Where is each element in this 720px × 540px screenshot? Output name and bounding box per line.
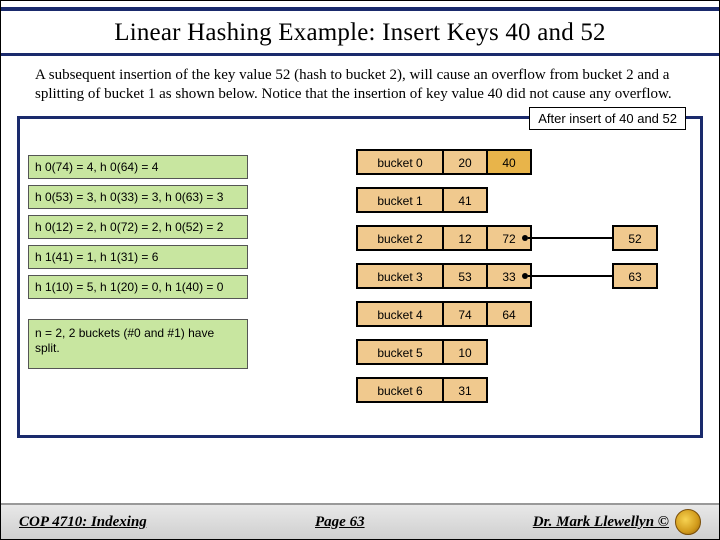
bucket-cell: 10 <box>442 339 488 365</box>
footer: COP 4710: Indexing Page 63 Dr. Mark Llew… <box>1 503 719 539</box>
bucket-cell: 41 <box>442 187 488 213</box>
slide-title: Linear Hashing Example: Insert Keys 40 a… <box>1 11 719 53</box>
bucket-cell: 12 <box>442 225 488 251</box>
body-paragraph: A subsequent insertion of the key value … <box>1 64 719 110</box>
bucket-cell: 40 <box>486 149 532 175</box>
bucket-row: bucket 02040 <box>356 149 530 175</box>
bucket-cell: 74 <box>442 301 488 327</box>
hash-line-2: h 0(12) = 2, h 0(72) = 2, h 0(52) = 2 <box>28 215 248 239</box>
hash-line-0: h 0(74) = 4, h 0(64) = 4 <box>28 155 248 179</box>
bucket-row: bucket 21272 <box>356 225 530 251</box>
overflow-cell: 63 <box>612 263 658 289</box>
bucket-row: bucket 141 <box>356 187 530 213</box>
school-logo-icon <box>675 509 701 535</box>
hash-line-1: h 0(53) = 3, h 0(33) = 3, h 0(63) = 3 <box>28 185 248 209</box>
slide: Linear Hashing Example: Insert Keys 40 a… <box>0 0 720 540</box>
bucket-label: bucket 3 <box>356 263 444 289</box>
author-block: Dr. Mark Llewellyn © <box>533 509 701 535</box>
bucket-cell: 53 <box>442 263 488 289</box>
overflow-cell: 52 <box>612 225 658 251</box>
bucket-label: bucket 4 <box>356 301 444 327</box>
diagram-caption: After insert of 40 and 52 <box>529 107 686 130</box>
split-note: n = 2, 2 buckets (#0 and #1) have split. <box>28 319 248 369</box>
bucket-cell: 31 <box>442 377 488 403</box>
bucket-cell: 64 <box>486 301 532 327</box>
hash-line-4: h 1(10) = 5, h 1(20) = 0, h 1(40) = 0 <box>28 275 248 299</box>
overflow-connector <box>528 237 612 239</box>
course-code: COP 4710: Indexing <box>19 514 147 531</box>
overflow-connector <box>528 275 612 277</box>
bucket-row: bucket 47464 <box>356 301 530 327</box>
bucket-row: bucket 510 <box>356 339 530 365</box>
page-number: Page 63 <box>315 514 365 531</box>
bucket-row: bucket 35333 <box>356 263 530 289</box>
bucket-cell: 20 <box>442 149 488 175</box>
bucket-label: bucket 5 <box>356 339 444 365</box>
bucket-label: bucket 1 <box>356 187 444 213</box>
hash-line-3: h 1(41) = 1, h 1(31) = 6 <box>28 245 248 269</box>
bucket-label: bucket 2 <box>356 225 444 251</box>
bucket-label: bucket 6 <box>356 377 444 403</box>
author-name: Dr. Mark Llewellyn © <box>533 514 669 531</box>
title-underline <box>1 53 719 56</box>
diagram-container: After insert of 40 and 52 h 0(74) = 4, h… <box>17 116 703 438</box>
bucket-row: bucket 631 <box>356 377 530 403</box>
bucket-label: bucket 0 <box>356 149 444 175</box>
